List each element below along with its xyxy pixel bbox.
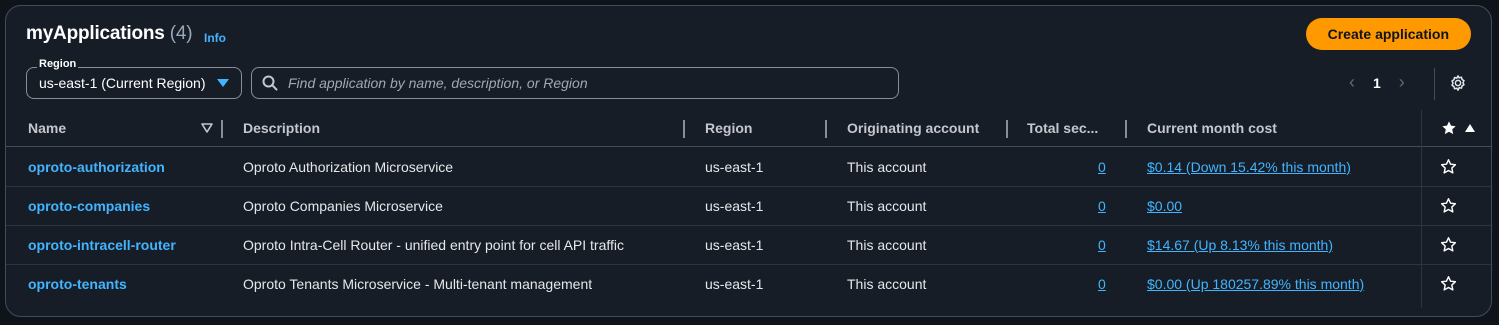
app-name-link[interactable]: oproto-companies bbox=[28, 198, 150, 214]
cost-link[interactable]: $0.14 (Down 15.42% this month) bbox=[1147, 159, 1351, 175]
region-cell: us-east-1 bbox=[705, 197, 764, 214]
app-name-link[interactable]: oproto-intracell-router bbox=[28, 237, 176, 253]
security-count-link[interactable]: 0 bbox=[1098, 276, 1106, 292]
description-cell: Oproto Authorization Microservice bbox=[243, 158, 454, 175]
col-header-cost[interactable]: Current month cost bbox=[1147, 110, 1277, 146]
col-header-total-security[interactable]: Total sec... bbox=[1027, 110, 1098, 146]
divider bbox=[1434, 68, 1435, 100]
sort-desc-icon[interactable] bbox=[201, 123, 213, 133]
pagination: ‹ 1 › bbox=[1349, 72, 1405, 93]
star-filled-icon bbox=[1442, 121, 1456, 135]
region-cell: us-east-1 bbox=[705, 275, 764, 292]
col-header-name[interactable]: Name bbox=[28, 110, 213, 146]
star-outline-icon[interactable] bbox=[1440, 197, 1457, 214]
sort-asc-icon[interactable] bbox=[1465, 124, 1475, 132]
app-name-link[interactable]: oproto-tenants bbox=[28, 276, 127, 292]
table-row: oproto-companies Oproto Companies Micros… bbox=[6, 186, 1491, 226]
description-cell: Oproto Intra-Cell Router - unified entry… bbox=[243, 236, 625, 253]
col-resizer[interactable] bbox=[825, 120, 827, 138]
create-application-button[interactable]: Create application bbox=[1305, 18, 1471, 50]
col-header-region[interactable]: Region bbox=[705, 110, 752, 146]
table-row: oproto-authorization Oproto Authorizatio… bbox=[6, 147, 1491, 187]
col-resizer[interactable] bbox=[1006, 120, 1008, 138]
security-count-link[interactable]: 0 bbox=[1098, 237, 1106, 253]
chevron-right-icon[interactable]: › bbox=[1399, 72, 1405, 93]
applications-panel: myApplications (4) Info Create applicati… bbox=[5, 5, 1492, 317]
region-value: us-east-1 (Current Region) bbox=[39, 75, 206, 91]
table-row: oproto-tenants Oproto Tenants Microservi… bbox=[6, 264, 1491, 303]
search-icon bbox=[262, 75, 278, 91]
col-resizer[interactable] bbox=[683, 120, 685, 138]
region-cell: us-east-1 bbox=[705, 236, 764, 253]
chevron-left-icon[interactable]: ‹ bbox=[1349, 72, 1355, 93]
account-cell: This account bbox=[847, 197, 927, 214]
description-cell: Oproto Companies Microservice bbox=[243, 197, 443, 214]
gear-icon[interactable] bbox=[1449, 74, 1467, 92]
account-cell: This account bbox=[847, 236, 927, 253]
app-name-link[interactable]: oproto-authorization bbox=[28, 159, 165, 175]
caret-down-icon bbox=[217, 79, 229, 87]
region-cell: us-east-1 bbox=[705, 158, 764, 175]
star-outline-icon[interactable] bbox=[1440, 275, 1457, 292]
table-row: oproto-intracell-router Oproto Intra-Cel… bbox=[6, 225, 1491, 265]
col-header-originating-account[interactable]: Originating account bbox=[847, 110, 979, 146]
search-field[interactable] bbox=[251, 67, 899, 99]
app-count: (4) bbox=[169, 23, 193, 44]
security-count-link[interactable]: 0 bbox=[1098, 159, 1106, 175]
star-outline-icon[interactable] bbox=[1440, 158, 1457, 175]
table-header: Name Description Region Originating acco… bbox=[6, 110, 1491, 147]
region-label: Region bbox=[37, 58, 79, 70]
col-name-label: Name bbox=[28, 120, 67, 136]
col-resizer[interactable] bbox=[1125, 120, 1127, 138]
security-count-link[interactable]: 0 bbox=[1098, 198, 1106, 214]
page-title: myApplications (4) bbox=[26, 23, 193, 45]
account-cell: This account bbox=[847, 158, 927, 175]
star-outline-icon[interactable] bbox=[1440, 236, 1457, 253]
info-link[interactable]: Info bbox=[204, 31, 226, 45]
col-header-favorite[interactable] bbox=[1441, 110, 1475, 146]
cost-link[interactable]: $14.67 (Up 8.13% this month) bbox=[1147, 237, 1333, 253]
page-number[interactable]: 1 bbox=[1373, 75, 1381, 91]
search-input[interactable] bbox=[286, 74, 888, 92]
title-text: myApplications bbox=[26, 23, 165, 44]
col-header-description[interactable]: Description bbox=[243, 110, 320, 146]
region-select[interactable]: us-east-1 (Current Region) bbox=[26, 67, 242, 99]
cost-link[interactable]: $0.00 bbox=[1147, 198, 1182, 214]
cost-link[interactable]: $0.00 (Up 180257.89% this month) bbox=[1147, 276, 1364, 292]
description-cell: Oproto Tenants Microservice - Multi-tena… bbox=[243, 275, 593, 292]
col-resizer[interactable] bbox=[221, 120, 223, 138]
account-cell: This account bbox=[847, 275, 927, 292]
